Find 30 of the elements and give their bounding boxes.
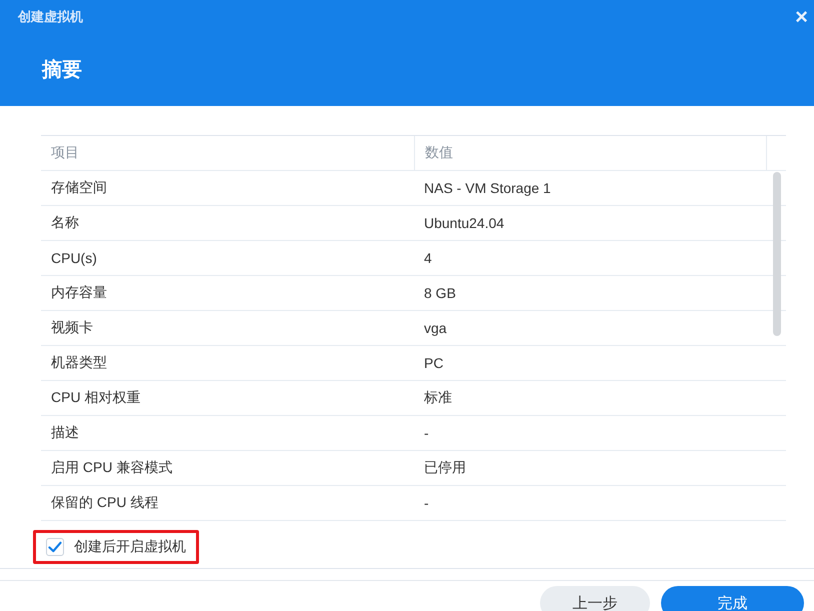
close-button[interactable]: ×	[795, 6, 808, 28]
back-button[interactable]: 上一步	[540, 586, 650, 611]
table-cell-text: PC	[423, 355, 444, 371]
table-cell-text: -	[423, 425, 430, 441]
table-cell-text: 保留的 CPU 线程	[50, 494, 160, 512]
table-cell-text: vga	[423, 320, 448, 336]
column-header[interactable]: 数值	[414, 136, 766, 170]
table-cell-text: 机器类型	[50, 354, 108, 372]
checkbox[interactable]	[46, 538, 64, 556]
table-cell-text: NAS - VM Storage 1	[423, 180, 552, 196]
table-cell-text: CPU(s)	[50, 250, 98, 266]
table-cell-text: Ubuntu24.04	[423, 215, 506, 231]
table-cell-text: 视频卡	[50, 319, 94, 337]
table-cell-text: 描述	[50, 424, 80, 442]
checkbox-label[interactable]: 创建后开启虚拟机	[74, 538, 186, 556]
table-cell-text: -	[423, 495, 430, 511]
page-heading: 摘要	[40, 58, 83, 83]
finish-button[interactable]: 完成	[661, 586, 804, 611]
window-title: 创建虚拟机	[18, 8, 83, 26]
scrollbar[interactable]	[773, 172, 781, 336]
table-cell-text: 8 GB	[423, 285, 457, 301]
table-cell-text: 启用 CPU 兼容模式	[50, 459, 174, 477]
table-cell-text: 标准	[423, 389, 453, 407]
table-cell-text: 内存容量	[50, 284, 108, 302]
table-cell-text: 存储空间	[50, 179, 108, 197]
table-cell-text: 4	[423, 250, 433, 266]
table-cell-text: 名称	[50, 214, 80, 232]
column-header[interactable]: 项目	[41, 136, 414, 170]
table-cell-text: 已停用	[423, 459, 467, 477]
table-cell-text: CPU 相对权重	[50, 389, 142, 407]
